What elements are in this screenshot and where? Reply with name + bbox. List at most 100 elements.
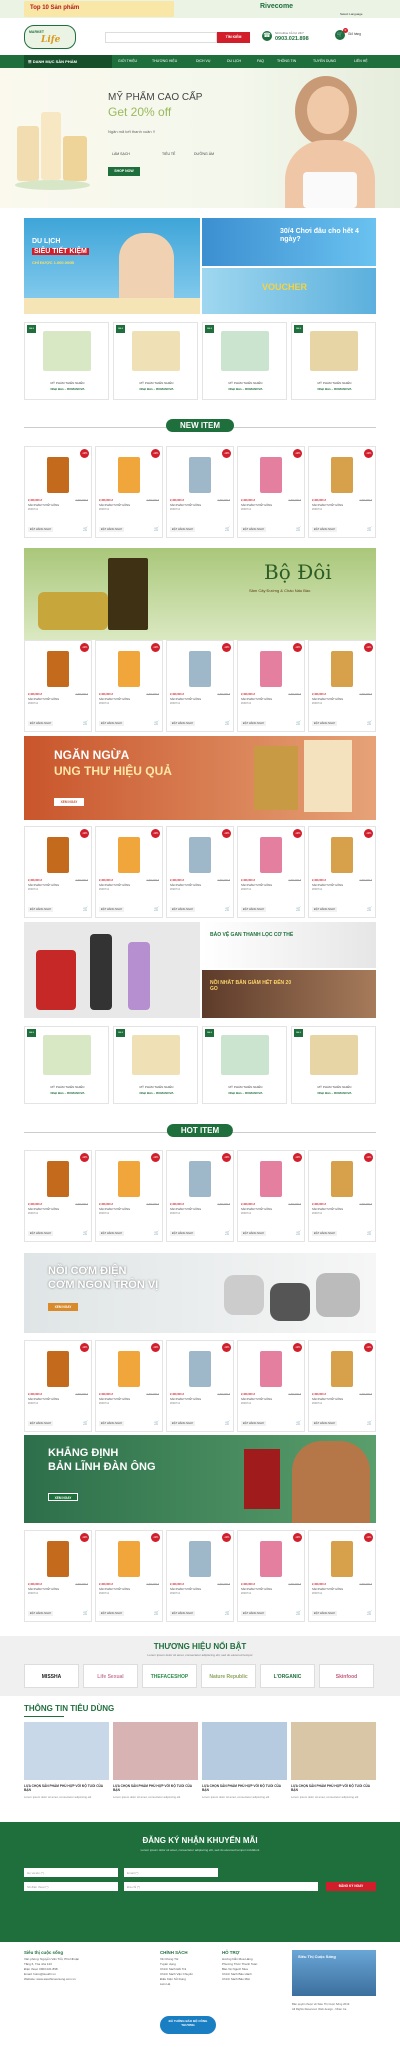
nav-item-du-lich[interactable]: DU LỊCH <box>227 59 241 63</box>
sale-card[interactable]: SALE MỸ PHẨM THIÊN NHIÊN Nhật Bản – ROMANO… <box>291 1026 376 1104</box>
buy-now-button[interactable]: ĐẶT HÀNG NGAY <box>170 721 196 726</box>
buy-now-button[interactable]: ĐẶT HÀNG NGAY <box>312 907 338 912</box>
buy-now-button[interactable]: ĐẶT HÀNG NGAY <box>99 721 125 726</box>
add-to-cart-icon[interactable]: 🛒 <box>154 906 159 911</box>
language-selector[interactable]: Select Language <box>340 12 363 16</box>
product-card[interactable]: -12% 2,400,000 đ 2,700,000 đ SẢN PHẨM TUYẾT… <box>24 826 92 918</box>
nav-item-faq[interactable]: FAQ <box>257 59 264 63</box>
nav-item-thuong-hieu[interactable]: THƯƠNG HIỆU <box>152 59 177 63</box>
add-to-cart-icon[interactable]: 🛒 <box>296 1610 301 1615</box>
add-to-cart-icon[interactable]: 🛒 <box>83 720 88 725</box>
sale-card[interactable]: SALE MỸ PHẨM THIÊN NHIÊN Nhật Bản – ROMANO… <box>202 322 287 400</box>
product-card[interactable]: -12% 2,400,000 đ 2,700,000 đ SẢN PHẨM TUYẾT… <box>237 640 305 732</box>
buy-now-button[interactable]: ĐẶT HÀNG NGAY <box>241 721 267 726</box>
buy-now-button[interactable]: ĐẶT HÀNG NGAY <box>99 527 125 532</box>
brand-logo[interactable]: L'ORGANIC <box>260 1664 315 1688</box>
add-to-cart-icon[interactable]: 🛒 <box>154 526 159 531</box>
buy-now-button[interactable]: ĐẶT HÀNG NGAY <box>241 1611 267 1616</box>
add-to-cart-icon[interactable]: 🛒 <box>367 906 372 911</box>
buy-now-button[interactable]: ĐẶT HÀNG NGAY <box>28 1231 54 1236</box>
buy-now-button[interactable]: ĐẶT HÀNG NGAY <box>28 907 54 912</box>
buy-now-button[interactable]: ĐẶT HÀNG NGAY <box>312 721 338 726</box>
logo[interactable]: MARKET Life <box>24 25 76 49</box>
buy-now-button[interactable]: ĐẶT HÀNG NGAY <box>99 1421 125 1426</box>
brand-logo[interactable]: Life Sexual <box>83 1664 138 1688</box>
liver-banner[interactable]: BẢO VỆ GAN THANH LỌC CƠ THỂ <box>202 922 376 968</box>
news-card[interactable]: LỰA CHỌN SẢN PHẨM PHÙ HỢP VỚI ĐỘ TUỔI CỦ… <box>24 1722 109 1816</box>
add-to-cart-icon[interactable]: 🛒 <box>367 720 372 725</box>
add-to-cart-icon[interactable]: 🛒 <box>225 1610 230 1615</box>
promo-travel-banner[interactable]: DU LỊCH SIÊU TIẾT KIỆM CHỈ ĐƯỢC 1.000.00… <box>24 218 200 314</box>
add-to-cart-icon[interactable]: 🛒 <box>296 906 301 911</box>
product-card[interactable]: -12% 2,400,000 đ 2,700,000 đ SẢN PHẨM TUYẾT… <box>237 826 305 918</box>
cancer-banner[interactable]: NGĂN NGỪA UNG THƯ HIỆU QUẢ XEM NGAY <box>24 736 376 820</box>
brand-logo[interactable]: MISSHA <box>24 1664 79 1688</box>
buy-now-button[interactable]: ĐẶT HÀNG NGAY <box>28 1421 54 1426</box>
buy-now-button[interactable]: ĐẶT HÀNG NGAY <box>170 527 196 532</box>
add-to-cart-icon[interactable]: 🛒 <box>225 526 230 531</box>
buy-now-button[interactable]: ĐẶT HÀNG NGAY <box>28 527 54 532</box>
product-card[interactable]: -12% 2,400,000 đ 2,700,000 đ SẢN PHẨM TUYẾT… <box>308 826 376 918</box>
buy-now-button[interactable]: ĐẶT HÀNG NGAY <box>99 1231 125 1236</box>
product-card[interactable]: -12% 2,400,000 đ 2,700,000 đ SẢN PHẨM TUYẾT… <box>95 1150 163 1242</box>
sale-card[interactable]: SALE MỸ PHẨM THIÊN NHIÊN Nhật Bản – ROMANO… <box>24 1026 109 1104</box>
brand-logo[interactable]: Nature Republic <box>201 1664 256 1688</box>
product-card[interactable]: -12% 2,400,000 đ 2,700,000 đ SẢN PHẨM TUYẾT… <box>95 1340 163 1432</box>
buy-now-button[interactable]: ĐẶT HÀNG NGAY <box>312 1231 338 1236</box>
add-to-cart-icon[interactable]: 🛒 <box>154 1420 159 1425</box>
rice-button[interactable]: XEM NGAY <box>48 1303 78 1311</box>
buy-now-button[interactable]: ĐẶT HÀNG NGAY <box>312 527 338 532</box>
product-card[interactable]: -12% 2,400,000 đ 2,700,000 đ SẢN PHẨM TUYẾT… <box>95 640 163 732</box>
buy-now-button[interactable]: ĐẶT HÀNG NGAY <box>99 907 125 912</box>
add-to-cart-icon[interactable]: 🛒 <box>83 1230 88 1235</box>
subscribe-address-field[interactable]: Địa chỉ (*) <box>124 1882 318 1891</box>
product-card[interactable]: -12% 2,400,000 đ 2,700,000 đ SẢN PHẨM TUYẾT… <box>308 1340 376 1432</box>
add-to-cart-icon[interactable]: 🛒 <box>296 720 301 725</box>
add-to-cart-icon[interactable]: 🛒 <box>296 1230 301 1235</box>
category-menu-button[interactable]: ☰ DANH MỤC SẢN PHẨM <box>24 55 112 68</box>
men-banner[interactable]: KHẲNG ĐỊNH BẢN LĨNH ĐÀN ÔNG XEM NGAY <box>24 1435 376 1523</box>
product-card[interactable]: -12% 2,400,000 đ 2,700,000 đ SẢN PHẨM TUYẾT… <box>24 1150 92 1242</box>
product-card[interactable]: -12% 2,400,000 đ 2,700,000 đ SẢN PHẨM TUYẾT… <box>24 1530 92 1622</box>
add-to-cart-icon[interactable]: 🛒 <box>225 720 230 725</box>
add-to-cart-icon[interactable]: 🛒 <box>154 1230 159 1235</box>
buy-now-button[interactable]: ĐẶT HÀNG NGAY <box>241 907 267 912</box>
buy-now-button[interactable]: ĐẶT HÀNG NGAY <box>28 721 54 726</box>
pot-banner[interactable]: NỒI NHẤT BẢN GIẢM HẾT ĐẾN 20 GO <box>202 970 376 1018</box>
product-card[interactable]: -12% 2,400,000 đ 2,700,000 đ SẢN PHẨM TUYẾT… <box>308 640 376 732</box>
add-to-cart-icon[interactable]: 🛒 <box>225 1230 230 1235</box>
product-card[interactable]: -12% 2,400,000 đ 2,700,000 đ SẢN PHẨM TUYẾT… <box>237 1530 305 1622</box>
men-button[interactable]: XEM NGAY <box>48 1493 78 1501</box>
product-card[interactable]: -12% 2,400,000 đ 2,700,000 đ SẢN PHẨM TUYẾT… <box>166 826 234 918</box>
buy-now-button[interactable]: ĐẶT HÀNG NGAY <box>170 1231 196 1236</box>
add-to-cart-icon[interactable]: 🛒 <box>83 906 88 911</box>
product-card[interactable]: -12% 2,400,000 đ 2,700,000 đ SẢN PHẨM TUYẾT… <box>308 446 376 538</box>
add-to-cart-icon[interactable]: 🛒 <box>296 1420 301 1425</box>
footer-policy-link[interactable]: Liên Hệ <box>160 1982 220 1987</box>
product-card[interactable]: -12% 2,400,000 đ 2,700,000 đ SẢN PHẨM TUYẾT… <box>166 1150 234 1242</box>
buy-now-button[interactable]: ĐẶT HÀNG NGAY <box>312 1611 338 1616</box>
sale-card[interactable]: SALE MỸ PHẨM THIÊN NHIÊN Nhật Bản – ROMANO… <box>113 322 198 400</box>
buy-now-button[interactable]: ĐẶT HÀNG NGAY <box>170 1611 196 1616</box>
sale-card[interactable]: SALE MỸ PHẨM THIÊN NHIÊN Nhật Bản – ROMANO… <box>202 1026 287 1104</box>
buy-now-button[interactable]: ĐẶT HÀNG NGAY <box>99 1611 125 1616</box>
hero-banner[interactable]: MỸ PHẨM CAO CẤP Get 20% off Ngăn mã kết … <box>0 68 400 208</box>
buy-now-button[interactable]: ĐẶT HÀNG NGAY <box>241 527 267 532</box>
cancer-button[interactable]: XEM NGAY <box>54 798 84 806</box>
news-card[interactable]: LỰA CHỌN SẢN PHẨM PHÙ HỢP VỚI ĐỘ TUỔI CỦ… <box>291 1722 376 1816</box>
buy-now-button[interactable]: ĐẶT HÀNG NGAY <box>241 1231 267 1236</box>
add-to-cart-icon[interactable]: 🛒 <box>225 1420 230 1425</box>
news-card[interactable]: LỰA CHỌN SẢN PHẨM PHÙ HỢP VỚI ĐỘ TUỔI CỦ… <box>202 1722 287 1816</box>
product-card[interactable]: -12% 2,400,000 đ 2,700,000 đ SẢN PHẨM TUYẾT… <box>24 446 92 538</box>
add-to-cart-icon[interactable]: 🛒 <box>367 1230 372 1235</box>
buy-now-button[interactable]: ĐẶT HÀNG NGAY <box>170 1421 196 1426</box>
subscribe-button[interactable]: ĐĂNG KÝ NGAY <box>326 1882 376 1891</box>
subscribe-name-field[interactable]: Họ và tên (*) <box>24 1868 118 1877</box>
product-card[interactable]: -12% 2,400,000 đ 2,700,000 đ SẢN PHẨM TUYẾT… <box>237 1340 305 1432</box>
cart-label[interactable]: Giỏ hàng <box>348 32 361 36</box>
add-to-cart-icon[interactable]: 🛒 <box>367 1610 372 1615</box>
buy-now-button[interactable]: ĐẶT HÀNG NGAY <box>170 907 196 912</box>
bo-doi-banner[interactable]: Bộ Đôi Sâm Cây Đường & Cháo Nấu Bào <box>24 548 376 640</box>
sale-card[interactable]: SALE MỸ PHẨM THIÊN NHIÊN Nhật Bản – ROMANO… <box>24 322 109 400</box>
news-card[interactable]: LỰA CHỌN SẢN PHẨM PHÙ HỢP VỚI ĐỘ TUỔI CỦ… <box>113 1722 198 1816</box>
